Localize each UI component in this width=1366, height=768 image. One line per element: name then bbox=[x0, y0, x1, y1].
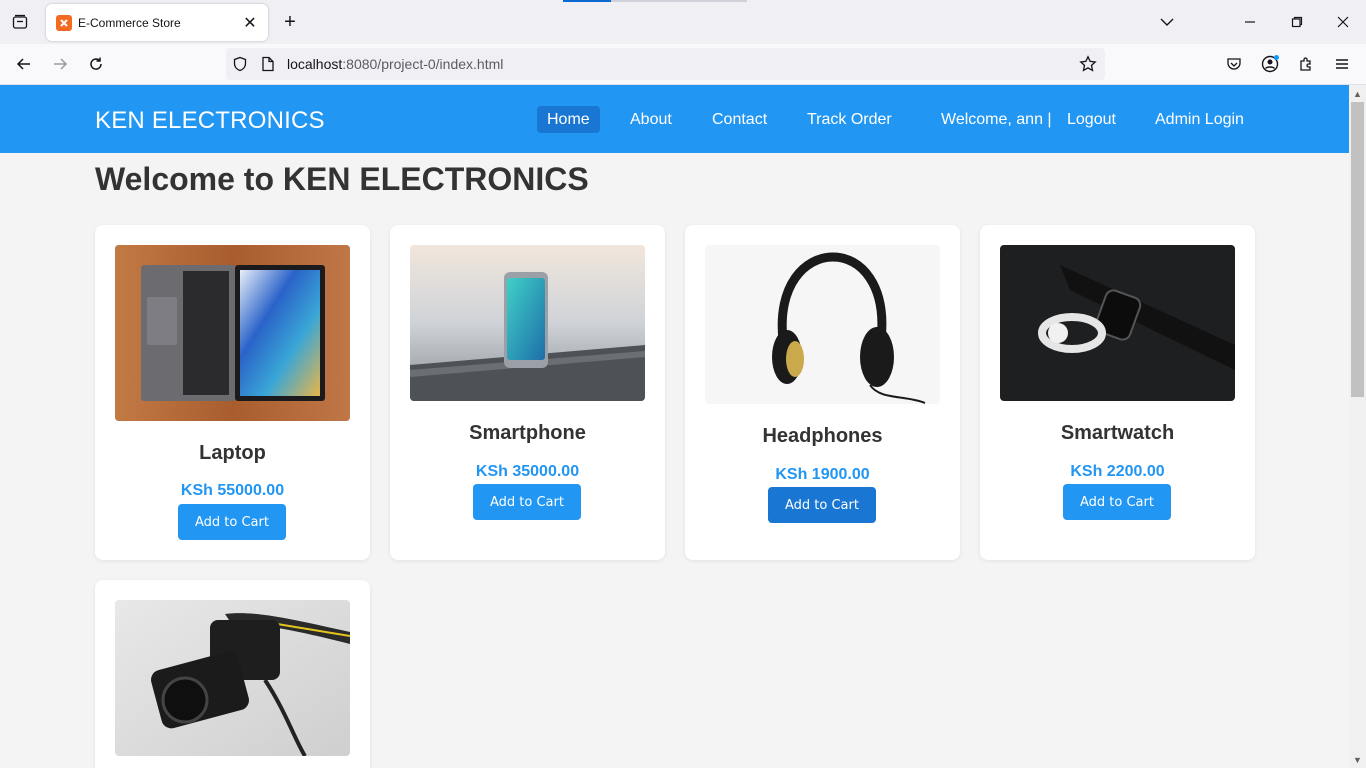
product-price: KSh 35000.00 bbox=[475, 463, 580, 480]
add-to-cart-button[interactable]: Add to Cart bbox=[178, 504, 286, 540]
add-to-cart-button[interactable]: Add to Cart bbox=[1063, 484, 1171, 520]
laptop-image[interactable] bbox=[115, 245, 350, 421]
product-card-smartwatch: Smartwatch KSh 2200.00 Add to Cart bbox=[980, 225, 1255, 560]
menu-icon[interactable] bbox=[1330, 52, 1354, 76]
add-to-cart-button[interactable]: Add to Cart bbox=[473, 484, 581, 520]
welcome-text: Welcome, ann | bbox=[941, 111, 1052, 128]
product-price: KSh 1900.00 bbox=[775, 466, 870, 483]
shield-icon[interactable] bbox=[232, 56, 248, 77]
nav-track-order[interactable]: Track Order bbox=[807, 106, 892, 133]
browser-tab[interactable]: E-Commerce Store ✕ bbox=[46, 4, 268, 41]
tab-indicator-track bbox=[611, 0, 747, 2]
url-path: :8080/project-0/index.html bbox=[342, 56, 504, 72]
browser-toolbar: localhost:8080/project-0/index.html bbox=[0, 44, 1366, 85]
extensions-icon[interactable] bbox=[1294, 52, 1318, 76]
product-card-headphones: Headphones KSh 1900.00 Add to Cart bbox=[685, 225, 960, 560]
product-card-smartphone: Smartphone KSh 35000.00 Add to Cart bbox=[390, 225, 665, 560]
close-window-icon[interactable] bbox=[1331, 10, 1355, 34]
nav-admin-login[interactable]: Admin Login bbox=[1155, 106, 1244, 133]
nav-contact[interactable]: Contact bbox=[712, 106, 767, 133]
pocket-icon[interactable] bbox=[1222, 52, 1246, 76]
add-to-cart-button[interactable]: Add to Cart bbox=[768, 487, 876, 523]
scroll-thumb[interactable] bbox=[1351, 102, 1364, 397]
page-info-icon[interactable] bbox=[261, 56, 275, 77]
back-icon[interactable] bbox=[12, 52, 36, 76]
xampp-favicon-icon bbox=[56, 14, 72, 31]
tab-title: E-Commerce Store bbox=[78, 15, 181, 30]
site-header: KEN ELECTRONICS Home About Contact Track… bbox=[0, 85, 1349, 153]
nav-home[interactable]: Home bbox=[537, 106, 600, 133]
headphones-image[interactable] bbox=[705, 245, 940, 404]
product-card-laptop: Laptop KSh 55000.00 Add to Cart bbox=[95, 225, 370, 560]
close-tab-icon[interactable]: ✕ bbox=[242, 15, 258, 32]
product-price: KSh 55000.00 bbox=[180, 482, 285, 499]
scroll-up-icon[interactable]: ▲ bbox=[1349, 85, 1366, 102]
product-price: KSh 2200.00 bbox=[1070, 463, 1165, 480]
nav-logout[interactable]: Logout bbox=[1067, 106, 1116, 133]
browser-tab-bar: E-Commerce Store ✕ + bbox=[0, 0, 1366, 44]
smartphone-image[interactable] bbox=[410, 245, 645, 401]
url-text[interactable]: localhost:8080/project-0/index.html bbox=[287, 56, 503, 72]
list-all-tabs-icon[interactable] bbox=[1155, 10, 1179, 34]
nav-about[interactable]: About bbox=[630, 106, 672, 133]
camera-image[interactable] bbox=[115, 600, 350, 756]
tab-list-icon[interactable] bbox=[8, 10, 32, 34]
page-viewport: KEN ELECTRONICS Home About Contact Track… bbox=[0, 85, 1349, 768]
product-name: Smartphone bbox=[469, 422, 586, 444]
product-name: Laptop bbox=[199, 442, 266, 464]
scroll-down-icon[interactable]: ▼ bbox=[1349, 751, 1366, 768]
minimize-icon[interactable] bbox=[1238, 10, 1262, 34]
product-card-camera bbox=[95, 580, 370, 768]
smartwatch-image[interactable] bbox=[1000, 245, 1235, 401]
restore-icon[interactable] bbox=[1285, 10, 1309, 34]
url-host: localhost bbox=[287, 56, 343, 72]
page-title: Welcome to KEN ELECTRONICS bbox=[95, 161, 589, 197]
tab-indicator bbox=[563, 0, 611, 2]
page-scrollbar[interactable]: ▲ ▼ bbox=[1349, 85, 1366, 768]
forward-icon[interactable] bbox=[48, 52, 72, 76]
site-brand[interactable]: KEN ELECTRONICS bbox=[95, 107, 325, 135]
product-name: Smartwatch bbox=[1060, 422, 1175, 444]
product-name: Headphones bbox=[762, 425, 883, 447]
reload-icon[interactable] bbox=[84, 52, 108, 76]
new-tab-icon[interactable]: + bbox=[280, 11, 300, 33]
bookmark-star-icon[interactable] bbox=[1079, 55, 1097, 78]
address-bar[interactable]: localhost:8080/project-0/index.html bbox=[226, 48, 1105, 80]
account-icon[interactable] bbox=[1258, 52, 1282, 76]
